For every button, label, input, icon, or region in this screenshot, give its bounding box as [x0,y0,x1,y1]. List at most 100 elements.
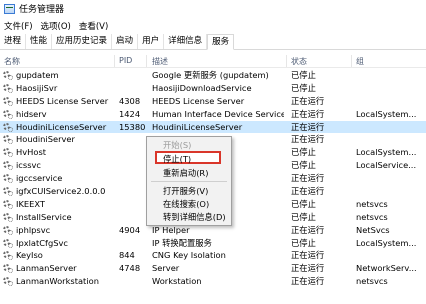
cell-name: LanmanWorkstation [16,276,99,287]
service-gear-icon [3,161,13,171]
menu-separator [151,181,227,182]
cell-status: 正在运行 [291,276,325,287]
cell-status: 正在运行 [291,108,325,119]
cell-group: netsvcs [356,198,388,209]
table-row[interactable]: KeyIso 844 CNG Key Isolation 正在运行 [0,249,426,262]
menu-start[interactable]: 开始(S) [163,139,191,151]
tab-users[interactable]: 用户 [138,34,165,49]
cell-name: igfxCUIService2.0.0.0 [16,186,106,197]
menu-file[interactable]: 文件(F) [4,20,33,32]
cell-description: Server [152,263,180,274]
cell-status: 已停止 [291,70,316,80]
table-row[interactable]: LanmanServer 4748 Server 正在运行 NetworkServ... [0,262,426,275]
tab-app-history[interactable]: 应用历史记录 [52,34,113,49]
context-menu: 开始(S) 停止(T) 重新启动(R) 打开服务(V) 在线搜索(O) 转到详细… [146,136,232,226]
table-row[interactable]: HaosijiSvr HaosijiDownloadService 已停止 [0,82,426,95]
cell-name: IKEEXT [16,198,45,209]
cell-description: IP 转换配置服务 [152,237,212,248]
cell-status: 已停止 [291,82,316,93]
tab-startup[interactable]: 启动 [112,34,139,49]
cell-group: LocalService... [356,160,417,171]
cell-status: 已停止 [291,198,316,209]
cell-status: 正在运行 [291,250,325,261]
column-group[interactable]: 组 [356,56,364,67]
column-divider[interactable] [114,55,115,67]
service-gear-icon [3,96,13,106]
cell-name: IpxlatCfgSvc [16,237,68,248]
cell-description: Workstation [152,276,202,287]
service-gear-icon [3,187,13,197]
table-row[interactable]: gupdatem Google 更新服务 (gupdatem) 已停止 [0,69,426,82]
column-divider[interactable] [146,55,147,67]
cell-name: icssvc [16,160,41,171]
menu-restart[interactable]: 重新启动(R) [163,167,208,179]
cell-name: KeyIso [16,250,43,261]
service-gear-icon [3,148,13,158]
table-row[interactable]: HEEDS License Server 4308 HEEDS License Se… [0,95,426,108]
column-pid[interactable]: PID [119,56,132,65]
cell-pid: 4308 [119,95,141,106]
cell-name: HvHost [16,147,47,158]
tab-services[interactable]: 服务 [207,34,235,50]
table-row[interactable]: HoudiniLicenseServer 15380 HoudiniLicenseS… [0,120,426,134]
cell-name: HaosijiSvr [16,82,58,93]
service-gear-icon [3,199,13,209]
service-gear-icon [3,83,13,93]
cell-status: 正在运行 [291,224,325,235]
menu-open-services[interactable]: 打开服务(V) [163,185,208,197]
menu-view[interactable]: 查看(V) [79,20,108,32]
column-divider[interactable] [351,55,352,67]
service-gear-icon [3,264,13,274]
title-bar: 任务管理器 [0,0,426,17]
cell-pid: 15380 [119,121,146,132]
service-gear-icon [3,212,13,222]
menu-search-online[interactable]: 在线搜索(O) [163,198,209,210]
cell-status: 正在运行 [291,186,325,197]
cell-name: InstallService [16,211,72,222]
cell-pid: 1424 [119,108,141,119]
task-manager-icon [4,3,15,14]
cell-name: HoudiniServer [16,134,75,145]
menu-go-to-details[interactable]: 转到详细信息(D) [163,211,226,223]
cell-group: netsvcs [356,276,388,287]
cell-pid: 844 [119,250,135,261]
menu-options[interactable]: 选项(O) [41,20,71,32]
tab-performance[interactable]: 性能 [26,34,53,49]
menu-stop[interactable]: 停止(T) [163,153,191,165]
cell-description: HoudiniLicenseServer [152,121,243,132]
cell-status: 正在运行 [291,173,325,184]
table-row[interactable]: IpxlatCfgSvc IP 转换配置服务 已停止 LocalSystem... [0,237,426,250]
column-name[interactable]: 名称 [4,56,20,67]
cell-status: 已停止 [291,147,316,158]
cell-name: HEEDS License Server [16,95,109,106]
cell-group: LocalSystem... [356,108,417,119]
cell-status: 已停止 [291,160,316,171]
table-row[interactable]: hidserv 1424 Human Interface Device Servic… [0,108,426,121]
cell-group: NetworkServ... [356,263,417,274]
cell-name: hidserv [16,108,47,119]
service-gear-icon [3,277,13,287]
cell-group: LocalSystem... [356,237,417,248]
cell-group: LocalSystem... [356,147,417,158]
service-gear-icon [3,174,13,184]
cell-description: Human Interface Device Service [152,108,284,119]
cell-group: netsvcs [356,211,388,222]
cell-status: 正在运行 [291,121,325,132]
tab-details[interactable]: 详细信息 [164,34,208,49]
cell-description: HaosijiDownloadService [152,82,252,93]
menu-bar: 文件(F) 选项(O) 查看(V) [0,17,426,34]
window-title: 任务管理器 [19,5,65,15]
cell-group: NetSvcs [356,224,390,235]
service-gear-icon [3,251,13,261]
column-header: 名称 PID 描述 状态 组 [0,54,426,68]
cell-name: igccservice [16,173,63,184]
cell-name: gupdatem [16,70,59,80]
tab-processes[interactable]: 进程 [0,34,27,49]
column-description[interactable]: 描述 [152,56,168,67]
column-status[interactable]: 状态 [291,56,307,67]
service-gear-icon [3,109,13,119]
column-divider[interactable] [286,55,287,67]
cell-name: iphlpsvc [16,224,51,235]
table-row[interactable]: LanmanWorkstation Workstation 正在运行 netsvcs [0,275,426,288]
cell-name: LanmanServer [16,263,77,274]
